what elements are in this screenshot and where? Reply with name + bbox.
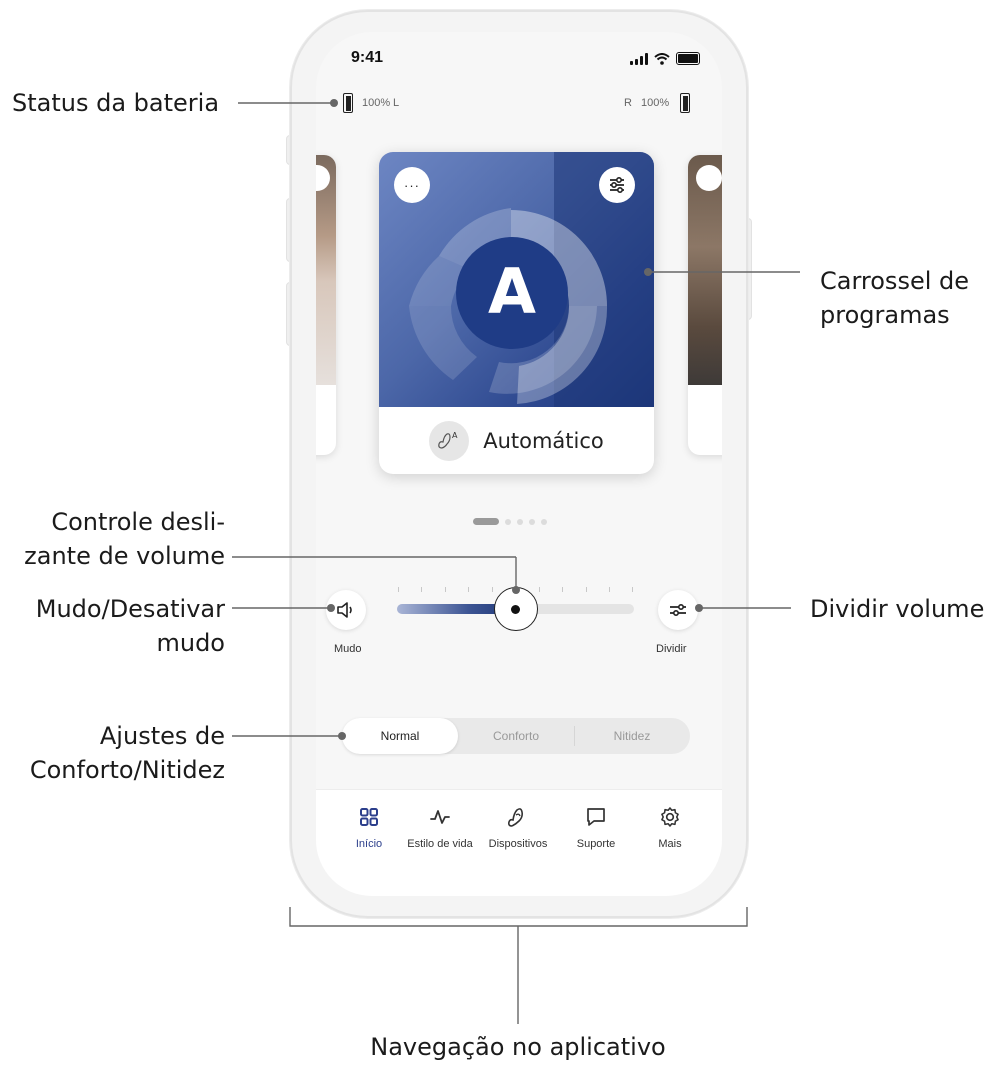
annotation-carousel-line1: Carrossel de bbox=[820, 267, 970, 295]
annotation-carousel: Carrossel de programas bbox=[820, 264, 969, 332]
annotation-carousel-line2: programas bbox=[820, 301, 950, 329]
annotation-app-navigation: Navegação no aplicativo bbox=[370, 1033, 666, 1061]
annotation-comfort-clarity: Ajustes de Conforto/Nitidez bbox=[30, 719, 225, 787]
annotation-comfort-line2: Conforto/Nitidez bbox=[29, 756, 225, 784]
annotation-mute: Mudo/Desativar mudo bbox=[36, 592, 225, 660]
annotation-battery-status: Status da bateria bbox=[12, 89, 220, 117]
annotation-comfort-line1: Ajustes de bbox=[99, 722, 225, 750]
annotation-volume-line1: Controle desli- bbox=[51, 508, 225, 536]
annotation-volume-line2: zante de volume bbox=[24, 542, 225, 570]
annotation-mute-line1: Mudo/Desativar bbox=[35, 595, 225, 623]
annotation-mute-line2: mudo bbox=[156, 629, 225, 657]
annotation-volume-slider: Controle desli- zante de volume bbox=[24, 505, 225, 573]
annotation-split-volume: Dividir volume bbox=[810, 595, 985, 623]
